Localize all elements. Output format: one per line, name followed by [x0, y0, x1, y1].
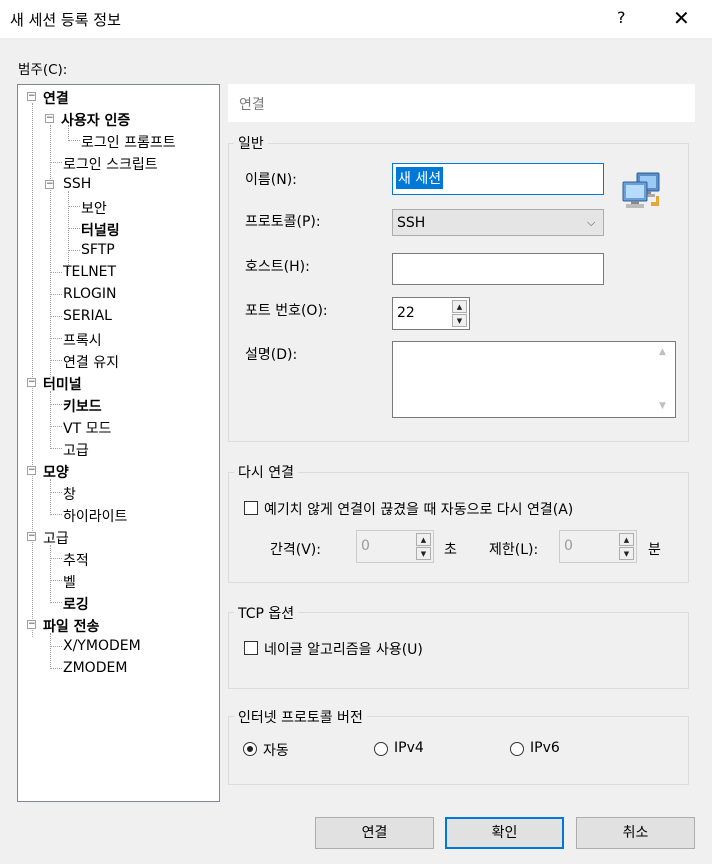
description-field[interactable]: ▲ ▼ [392, 341, 676, 418]
interval-stepper[interactable]: 0 ▲ ▼ [356, 530, 434, 563]
ipv6-label[interactable]: IPv6 [530, 740, 560, 756]
collapse-ssh-icon[interactable]: − [45, 180, 54, 189]
tcp-legend: TCP 옵션 [234, 603, 299, 623]
tree-item-window[interactable]: 창 [63, 484, 76, 504]
host-field[interactable] [392, 253, 604, 285]
reconnect-group [228, 472, 689, 583]
host-label: 호스트(H): [245, 259, 310, 275]
chevron-down-icon: ⌵ [587, 216, 596, 229]
window-title: 새 세션 등록 정보 [10, 11, 121, 29]
tree-item-connection[interactable]: 연결 [43, 88, 69, 108]
tree-item-terminal-advanced[interactable]: 고급 [63, 440, 89, 460]
name-value: 새 세션 [396, 167, 444, 189]
auto-reconnect-label[interactable]: 예기치 않게 연결이 끊겼을 때 자동으로 다시 연결(A) [264, 499, 573, 519]
tree-item-vt-mode[interactable]: VT 모드 [63, 418, 111, 438]
tree-item-ssh[interactable]: SSH [63, 176, 91, 192]
connect-button[interactable]: 연결 [315, 817, 434, 849]
collapse-file-transfer-icon[interactable]: − [27, 620, 36, 629]
tree-item-tunneling[interactable]: 터널링 [81, 220, 120, 240]
port-up-icon[interactable]: ▲ [452, 300, 467, 313]
tree-item-highlight[interactable]: 하이라이트 [63, 506, 127, 526]
limit-up-icon[interactable]: ▲ [619, 533, 634, 546]
tree-item-sftp[interactable]: SFTP [81, 242, 115, 258]
tree-item-security[interactable]: 보안 [81, 198, 107, 218]
close-icon[interactable]: ✕ [673, 6, 690, 30]
tree-item-logging[interactable]: 로깅 [63, 594, 89, 614]
interval-label: 간격(V): [270, 542, 321, 558]
tree-item-login-prompt[interactable]: 로그인 프롬프트 [81, 132, 176, 152]
protocol-value: SSH [397, 215, 426, 231]
tree-item-proxy[interactable]: 프록시 [63, 330, 102, 350]
cancel-button[interactable]: 취소 [576, 817, 695, 849]
limit-stepper[interactable]: 0 ▲ ▼ [559, 530, 637, 563]
ipv6-radio[interactable] [510, 742, 524, 756]
title-bar: 새 세션 등록 정보 ? ✕ [0, 0, 712, 38]
panel-title: 연결 [239, 97, 265, 113]
tree-item-rlogin[interactable]: RLOGIN [63, 286, 117, 302]
tree-item-serial[interactable]: SERIAL [63, 308, 112, 324]
tree-item-login-script[interactable]: 로그인 스크립트 [63, 154, 158, 174]
ok-button[interactable]: 확인 [445, 817, 564, 849]
name-field[interactable]: 새 세션 [392, 163, 604, 195]
tree-item-bell[interactable]: 벨 [63, 572, 76, 592]
tree-item-file-transfer[interactable]: 파일 전송 [43, 616, 99, 636]
protocol-select[interactable]: SSH ⌵ [392, 209, 604, 236]
category-label: 범주(C): [18, 62, 68, 78]
ipv4-radio[interactable] [374, 742, 388, 756]
auto-reconnect-checkbox[interactable] [244, 501, 258, 515]
interval-down-icon[interactable]: ▼ [416, 547, 431, 560]
tree-item-zmodem[interactable]: ZMODEM [63, 660, 127, 676]
nagle-checkbox[interactable] [244, 641, 258, 655]
protocol-label: 프로토콜(P): [245, 214, 321, 230]
tree-item-telnet[interactable]: TELNET [63, 264, 116, 280]
tree-item-appearance[interactable]: 모양 [43, 462, 69, 482]
port-down-icon[interactable]: ▼ [452, 314, 467, 327]
computer-network-icon [621, 172, 663, 212]
description-label: 설명(D): [245, 347, 298, 363]
scroll-down-icon[interactable]: ▼ [659, 401, 666, 411]
general-legend: 일반 [234, 133, 268, 153]
ip-version-legend: 인터넷 프로토콜 버전 [234, 707, 367, 727]
nagle-label[interactable]: 네이글 알고리즘을 사용(U) [264, 639, 423, 659]
interval-up-icon[interactable]: ▲ [416, 533, 431, 546]
ip-auto-radio[interactable] [243, 742, 257, 756]
collapse-advanced-icon[interactable]: − [27, 532, 36, 541]
collapse-user-auth-icon[interactable]: − [45, 114, 54, 123]
ipv4-label[interactable]: IPv4 [394, 740, 424, 756]
collapse-terminal-icon[interactable]: − [27, 378, 36, 387]
port-stepper[interactable]: 22 ▲ ▼ [392, 297, 470, 330]
tree-item-xymodem[interactable]: X/YMODEM [63, 638, 141, 654]
collapse-appearance-icon[interactable]: − [27, 466, 36, 475]
tree-item-user-auth[interactable]: 사용자 인증 [61, 110, 130, 130]
port-label: 포트 번호(O): [245, 303, 328, 319]
limit-unit: 분 [648, 542, 661, 558]
reconnect-legend: 다시 연결 [234, 462, 298, 482]
tree-item-terminal[interactable]: 터미널 [43, 374, 82, 394]
help-icon[interactable]: ? [617, 8, 626, 27]
ip-auto-label[interactable]: 자동 [263, 740, 289, 760]
tree-item-keyboard[interactable]: 키보드 [63, 396, 102, 416]
panel-header: 연결 [228, 84, 695, 122]
collapse-connection-icon[interactable]: − [27, 92, 36, 101]
interval-value: 0 [361, 538, 370, 554]
interval-unit: 초 [444, 542, 457, 558]
limit-value: 0 [564, 538, 573, 554]
port-value: 22 [397, 305, 415, 321]
tree-item-keep-alive[interactable]: 연결 유지 [63, 352, 119, 372]
scroll-up-icon[interactable]: ▲ [659, 347, 666, 357]
name-label: 이름(N): [245, 172, 297, 188]
limit-label: 제한(L): [489, 542, 539, 558]
limit-down-icon[interactable]: ▼ [619, 547, 634, 560]
category-tree[interactable]: − − − − − − − 연결 사용자 인증 로그인 프롬프트 로그인 스크립… [17, 84, 220, 802]
tree-item-advanced[interactable]: 고급 [43, 528, 69, 548]
tree-item-trace[interactable]: 추적 [63, 550, 89, 570]
